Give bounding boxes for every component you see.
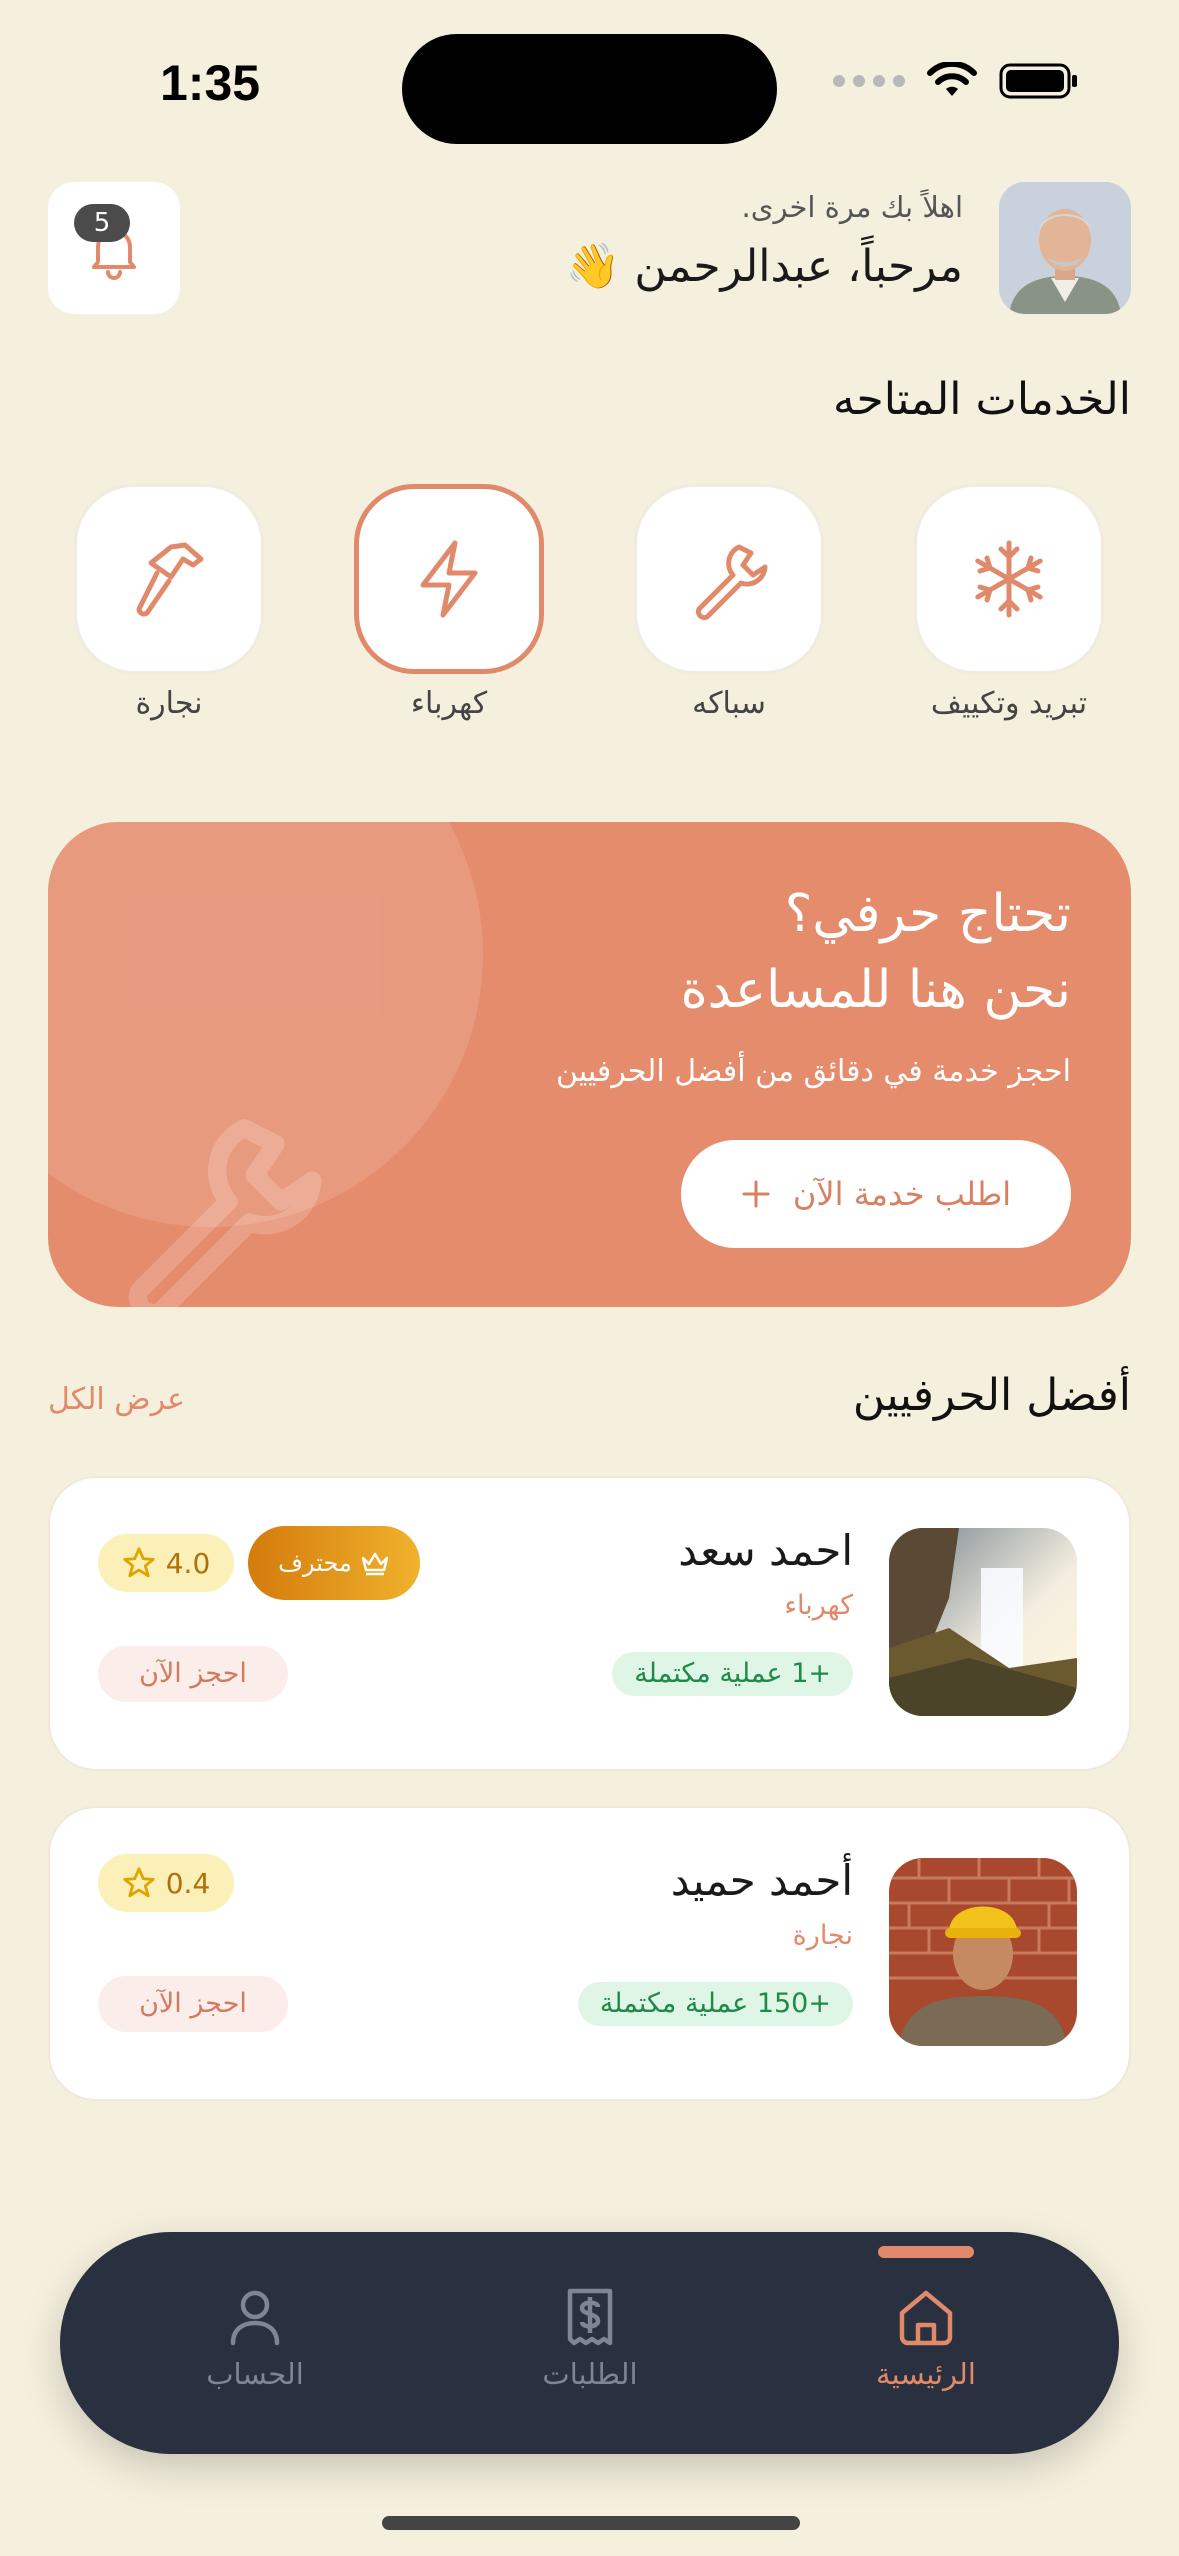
notification-count-badge: 5 [74, 204, 130, 242]
wifi-icon [927, 62, 977, 96]
hammer-icon [136, 542, 204, 617]
craftsman-trade: نجارة [792, 1920, 853, 1951]
home-indicator [382, 2516, 800, 2530]
service-plumbing-button[interactable] [634, 484, 824, 674]
nav-home[interactable]: الرئيسية [826, 2285, 1026, 2391]
nav-home-label: الرئيسية [876, 2357, 976, 2391]
star-icon [123, 1547, 155, 1578]
home-icon [899, 2290, 953, 2346]
notifications-button[interactable] [48, 182, 180, 314]
status-icons [833, 62, 1079, 100]
rating-badge: 0.4 [98, 1854, 234, 1912]
battery-icon [999, 63, 1077, 99]
service-plumbing-label: سباكه [692, 686, 766, 721]
wrench-icon [695, 544, 768, 621]
book-now-button[interactable]: احجز الآن [98, 1646, 288, 1702]
craftsman-name: احمد سعد [678, 1526, 853, 1575]
status-time: 1:35 [160, 55, 261, 111]
services-title: الخدمات المتاحه [832, 374, 1131, 425]
plus-icon [742, 1180, 770, 1208]
rating-value: 4.0 [165, 1546, 211, 1580]
book-now-button[interactable]: احجز الآن [98, 1976, 288, 2032]
nav-account[interactable]: الحساب [155, 2285, 355, 2391]
star-icon [123, 1867, 155, 1898]
top-craftsmen-title: أفضل الحرفيين [852, 1370, 1131, 1421]
service-cooling-button[interactable] [914, 484, 1104, 674]
service-electricity-label: كهرباء [410, 686, 488, 721]
greeting-title: مرحباً، عبدالرحمن 👋 [565, 241, 963, 292]
dynamic-island [402, 34, 777, 144]
service-carpentry-label: نجارة [135, 686, 203, 721]
completed-jobs-badge: +1 عملية مكتملة [612, 1652, 853, 1696]
snowflake-icon [975, 540, 1043, 618]
rating-badge: 4.0 [98, 1534, 234, 1592]
craftsman-card[interactable]: احمد سعد كهرباء +1 عملية مكتملة محترف 4.… [48, 1476, 1131, 1771]
crown-icon [361, 1552, 389, 1576]
promo-subheadline: نحن هنا للمساعدة [680, 960, 1071, 1020]
request-service-button[interactable]: اطلب خدمة الآن [681, 1140, 1071, 1248]
request-service-label: اطلب خدمة الآن [792, 1175, 1012, 1213]
craftsman-card[interactable]: أحمد حميد نجارة +150 عملية مكتملة 0.4 اح… [48, 1806, 1131, 2101]
nav-orders-label: الطلبات [542, 2357, 638, 2391]
completed-jobs-badge: +150 عملية مكتملة [577, 1982, 853, 2026]
craftsman-photo [889, 1528, 1077, 1716]
service-electricity-button[interactable] [354, 484, 544, 674]
craftsman-photo [889, 1858, 1077, 2046]
lightning-icon [420, 540, 478, 618]
greeting-subtitle: اهلاً بك مرة اخرى. [741, 190, 963, 224]
nav-active-indicator [878, 2246, 974, 2258]
craftsman-name: أحمد حميد [670, 1856, 853, 1905]
rating-value: 0.4 [165, 1866, 211, 1900]
service-cooling-label: تبريد وتكييف [930, 686, 1088, 721]
signal-icon [833, 75, 905, 87]
user-icon [230, 2290, 280, 2346]
nav-orders[interactable]: الطلبات [490, 2285, 690, 2391]
user-avatar[interactable] [999, 182, 1131, 314]
promo-headline: تحتاج حرفي؟ [784, 884, 1071, 944]
wrench-watermark-icon [128, 1119, 322, 1307]
see-all-link[interactable]: عرض الكل [48, 1382, 185, 1417]
pro-badge: محترف [248, 1526, 420, 1600]
pro-badge-label: محترف [278, 1549, 352, 1577]
service-carpentry-button[interactable] [74, 484, 264, 674]
promo-banner: تحتاج حرفي؟ نحن هنا للمساعدة احجز خدمة ف… [48, 822, 1131, 1307]
nav-account-label: الحساب [206, 2357, 304, 2391]
craftsman-trade: كهرباء [784, 1590, 853, 1621]
receipt-icon [567, 2288, 613, 2346]
promo-description: احجز خدمة في دقائق من أفضل الحرفيين [555, 1054, 1071, 1089]
